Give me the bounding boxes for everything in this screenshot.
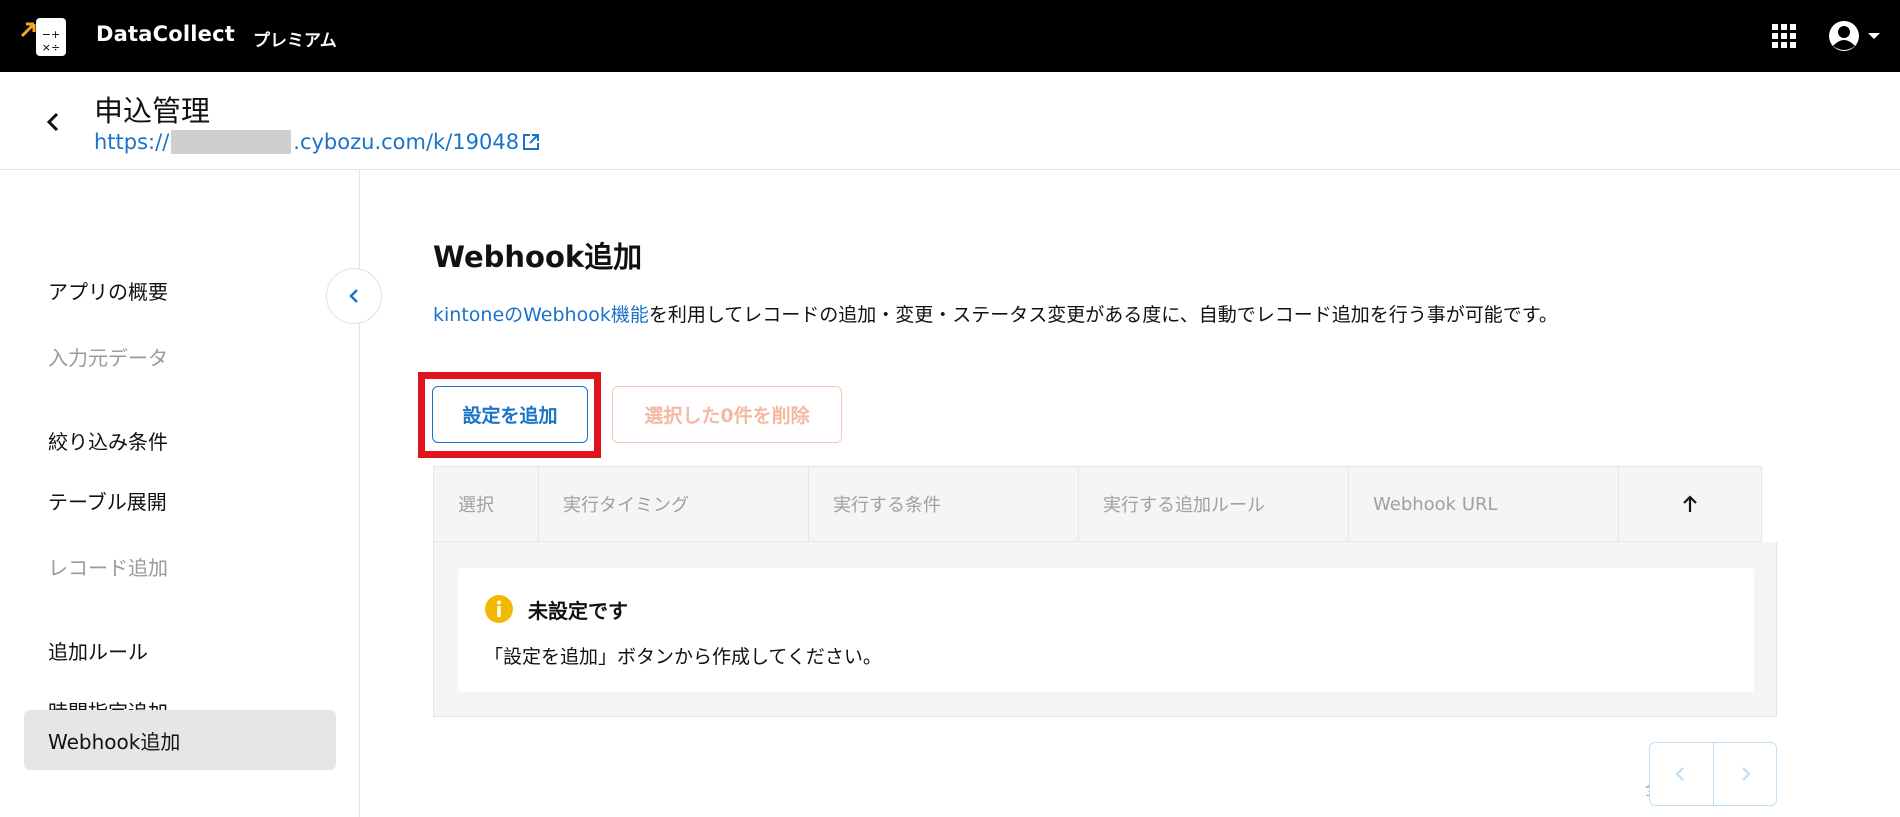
svg-text:×÷: ×÷ [42, 41, 60, 54]
sidebar-item-app-overview[interactable]: アプリの概要 [24, 260, 336, 320]
sidebar-section-record-add: レコード追加 [48, 556, 168, 580]
pagination [1649, 742, 1777, 806]
column-timing: 実行タイミング [539, 467, 809, 541]
redacted-subdomain [171, 130, 292, 154]
empty-state-message: 「設定を追加」ボタンから作成してください。 [484, 646, 882, 668]
chevron-left-icon [1675, 767, 1685, 781]
page-title: Webhook追加 [433, 240, 643, 274]
account-menu[interactable] [1828, 20, 1884, 52]
next-page-button[interactable] [1714, 743, 1777, 805]
sidebar-item-table-expansion[interactable]: テーブル展開 [24, 470, 336, 530]
app-url-link[interactable]: https:// .cybozu.com/k/19048 [94, 130, 541, 154]
column-condition: 実行する条件 [809, 467, 1079, 541]
sidebar-collapse-button[interactable] [326, 268, 382, 324]
url-suffix: .cybozu.com/k/19048 [293, 130, 520, 154]
webhook-docs-link[interactable]: kintoneのWebhook機能 [433, 304, 649, 326]
datacollect-logo-icon: −+ ×÷ [20, 18, 66, 56]
app-header: 申込管理 https:// .cybozu.com/k/19048 [0, 72, 1900, 170]
svg-text:−+: −+ [42, 28, 60, 41]
info-icon [485, 595, 513, 623]
delete-selected-button[interactable]: 選択した0件を削除 [612, 386, 842, 443]
column-select: 選択 [434, 467, 539, 541]
sidebar-item-filter-conditions[interactable]: 絞り込み条件 [24, 410, 336, 470]
top-bar: −+ ×÷ DataCollect プレミアム [0, 0, 1900, 72]
plan-label: プレミアム [253, 31, 337, 51]
prev-page-button[interactable] [1650, 743, 1714, 805]
column-add-rule: 実行する追加ルール [1079, 467, 1349, 541]
empty-state-title: 未設定です [528, 598, 628, 623]
app-grid-icon[interactable] [1772, 24, 1796, 48]
sidebar-section-input-data: 入力元データ [48, 346, 168, 370]
back-arrow-icon[interactable] [40, 108, 68, 136]
external-link-icon [523, 134, 540, 150]
add-setting-button[interactable]: 設定を追加 [432, 386, 588, 443]
empty-state: 未設定です 「設定を追加」ボタンから作成してください。 [458, 568, 1754, 692]
url-prefix: https:// [94, 130, 170, 154]
table-body: 未設定です 「設定を追加」ボタンから作成してください。 [433, 542, 1777, 717]
column-sort[interactable] [1619, 467, 1761, 541]
caret-down-icon [1868, 33, 1880, 39]
sidebar-item-add-rules[interactable]: 追加ルール [24, 620, 336, 680]
account-icon [1829, 21, 1859, 51]
brand-name: DataCollect [96, 22, 235, 46]
description-text: を利用してレコードの追加・変更・ステータス変更がある度に、自動でレコード追加を行… [648, 304, 1558, 326]
arrow-up-icon[interactable] [1679, 493, 1701, 515]
app-title: 申込管理 [94, 94, 211, 128]
table-header: 選択 実行タイミング 実行する条件 実行する追加ルール Webhook URL [433, 466, 1762, 542]
sidebar-item-webhook-add[interactable]: Webhook追加 [24, 710, 336, 770]
chevron-right-icon [1741, 767, 1751, 781]
column-webhook-url: Webhook URL [1349, 467, 1619, 541]
sidebar: アプリの概要 入力元データ 絞り込み条件 テーブル展開 レコード追加 追加ルール… [0, 170, 360, 817]
chevron-left-icon [349, 289, 358, 303]
empty-state-header: 未設定です [484, 594, 628, 624]
page-description: kintoneのWebhook機能を利用してレコードの追加・変更・ステータス変更… [433, 300, 1558, 327]
